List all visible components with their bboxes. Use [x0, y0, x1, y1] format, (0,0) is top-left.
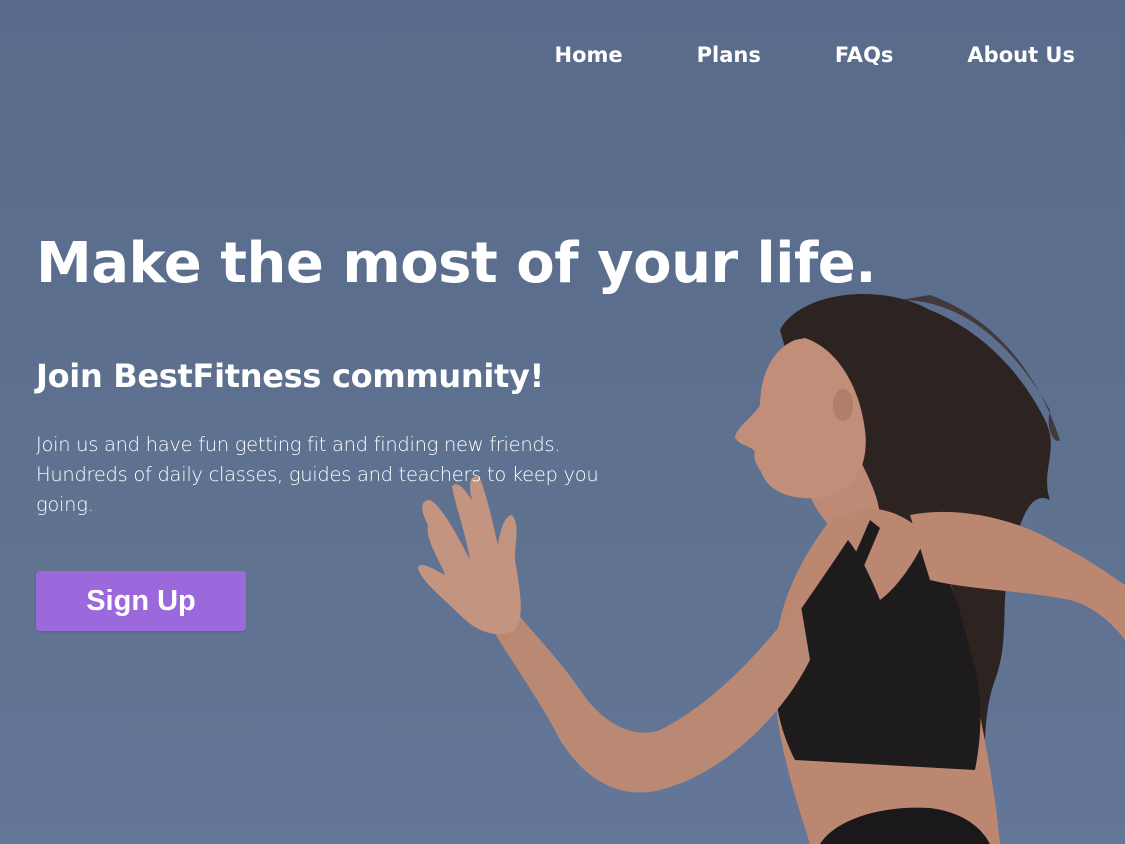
hero-headline: Make the most of your life.	[36, 231, 877, 296]
hero-background-image	[0, 0, 1125, 844]
sign-up-button[interactable]: Sign Up	[36, 571, 246, 631]
nav-link-plans[interactable]: Plans	[697, 40, 761, 70]
hero-section: Home Plans FAQs About Us Make the most o…	[0, 0, 1125, 844]
hero-subheadline: Join BestFitness community!	[36, 357, 544, 395]
hero-description: Join us and have fun getting fit and fin…	[36, 433, 599, 516]
main-nav: Home Plans FAQs About Us	[555, 40, 1075, 70]
nav-link-faqs[interactable]: FAQs	[835, 40, 894, 70]
nav-link-about-us[interactable]: About Us	[967, 40, 1075, 70]
nav-link-home[interactable]: Home	[555, 40, 623, 70]
